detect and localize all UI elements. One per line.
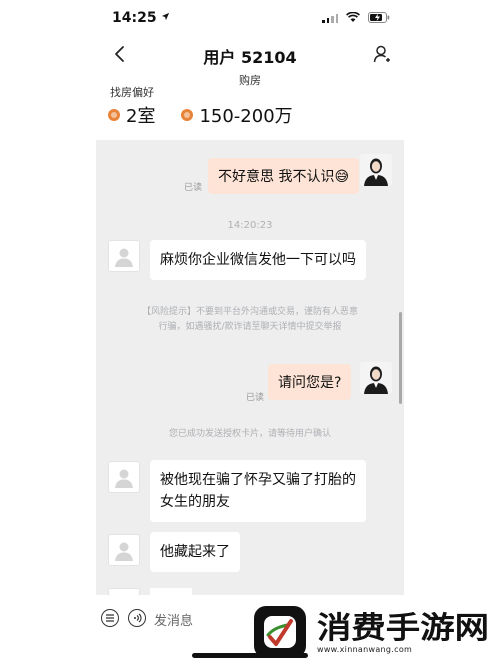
message-line: 女生的朋友	[160, 494, 230, 510]
message-line: 被他现在骗了怀孕又骗了打胎的	[160, 472, 356, 488]
message-bubble-left[interactable]: 麻烦你企业微信发他一下可以吗	[150, 240, 366, 280]
preference-rooms: 2室	[126, 106, 156, 127]
message-bubble-left[interactable]: 他藏起来了	[150, 532, 240, 572]
home-indicator[interactable]	[192, 653, 308, 658]
read-receipt: 已读	[246, 393, 265, 403]
message-timestamp: 14:20:23	[227, 220, 273, 231]
risk-warning-line2: 行骗，如遇骚扰/欺诈请至聊天详情中提交举报	[158, 322, 342, 332]
watermark-url: www.xinnanwang.com	[317, 644, 437, 656]
auth-card-notice: 您已成功发送授权卡片，请等待用户确认	[168, 429, 331, 439]
preference-row: 2室 150-200万	[108, 102, 293, 128]
chat-area[interactable]	[96, 140, 404, 595]
svg-text:www.xinnanwang.com: www.xinnanwang.com	[317, 645, 412, 654]
preference-label: 找房偏好	[110, 86, 154, 99]
leaf-check-icon	[264, 616, 296, 648]
price-icon	[181, 109, 194, 121]
menu-button[interactable]	[101, 609, 119, 627]
voice-wave-icon	[134, 613, 142, 623]
house-icon	[108, 109, 120, 121]
agent-avatar-icon	[364, 366, 388, 394]
status-icons	[322, 12, 390, 23]
message-input[interactable]: 发消息	[154, 610, 193, 629]
preference-budget: 150-200万	[199, 106, 293, 127]
message-bubble-left[interactable]: 被他现在骗了怀孕又骗了打胎的 女生的朋友	[150, 460, 366, 522]
user-profile-icon	[373, 45, 390, 63]
avatar	[108, 588, 140, 596]
avatar[interactable]	[108, 534, 140, 566]
status-time: 14:25	[112, 10, 170, 26]
battery-charging-icon	[368, 12, 390, 23]
location-arrow-icon	[162, 12, 170, 21]
signal-icon	[322, 13, 338, 23]
risk-warning-line1: 【风险提示】不要到平台外沟通或交易，谨防有人恶意	[141, 307, 358, 317]
page-subtitle: 购房	[239, 74, 261, 87]
avatar[interactable]	[108, 240, 140, 272]
read-receipt: 已读	[184, 183, 203, 193]
risk-warning: 【风险提示】不要到平台外沟通或交易，谨防有人恶意 行骗，如遇骚扰/欺诈请至聊天详…	[96, 305, 404, 335]
user-avatar-icon	[115, 248, 133, 267]
svg-text:消费手游网: 消费手游网	[317, 611, 489, 644]
watermark-logo	[254, 606, 306, 658]
voice-button[interactable]	[128, 609, 146, 627]
watermark-title: 消费手游网	[316, 610, 492, 648]
profile-button[interactable]	[372, 44, 392, 64]
list-icon	[106, 614, 114, 622]
avatar[interactable]	[360, 362, 392, 394]
user-avatar-icon	[115, 542, 133, 561]
agent-avatar-icon	[364, 158, 388, 186]
avatar[interactable]	[360, 154, 392, 186]
message-bubble-left	[150, 588, 192, 596]
user-avatar-icon	[115, 469, 133, 488]
page-title: 用户 52104	[203, 48, 297, 67]
message-bubble-right[interactable]: 请问您是?	[268, 364, 352, 400]
wifi-icon	[346, 12, 360, 23]
message-bubble-right[interactable]: 不好意思 我不认识😅	[208, 158, 360, 194]
avatar[interactable]	[108, 461, 140, 493]
